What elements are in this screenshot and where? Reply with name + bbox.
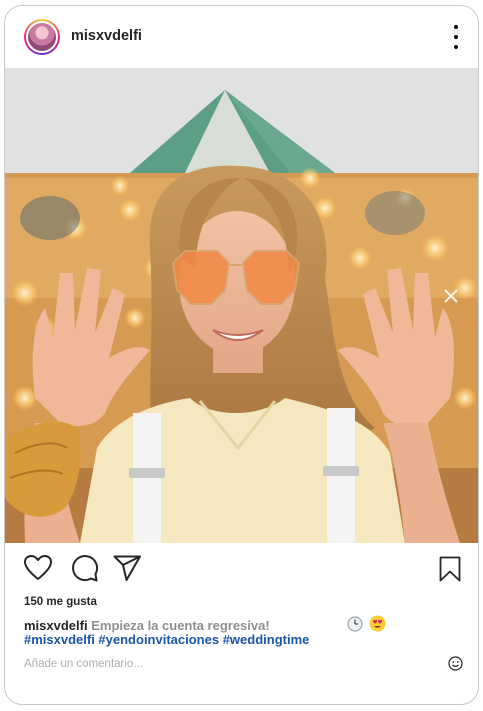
hashtags[interactable]: #misxvdelfi #yendoinvitaciones #weddingt… (24, 632, 309, 647)
photo-illustration (5, 68, 478, 543)
post-photo[interactable] (5, 68, 478, 543)
post-username[interactable]: misxvdelfi (71, 28, 142, 44)
heart-icon[interactable] (24, 555, 52, 581)
comment-icon[interactable] (71, 555, 98, 582)
post-card: misxvdelfi 150 me gusta misxvdelfi Empie… (4, 5, 479, 705)
smiley-icon[interactable] (448, 656, 463, 671)
avatar[interactable] (24, 19, 60, 55)
caption-username[interactable]: misxvdelfi (24, 618, 88, 633)
caption-text: Empieza la cuenta regresiva! (91, 618, 270, 633)
bookmark-icon[interactable] (439, 556, 461, 582)
likes-count[interactable]: 150 me gusta (24, 596, 97, 608)
comment-input[interactable]: Añade un comentario... (24, 658, 143, 670)
more-options-icon[interactable] (446, 25, 466, 49)
post-header: misxvdelfi (5, 6, 478, 68)
heart-eyes-emoji (369, 615, 386, 636)
paper-plane-icon[interactable] (113, 555, 142, 582)
action-bar (5, 543, 478, 593)
clock-emoji (347, 616, 363, 636)
